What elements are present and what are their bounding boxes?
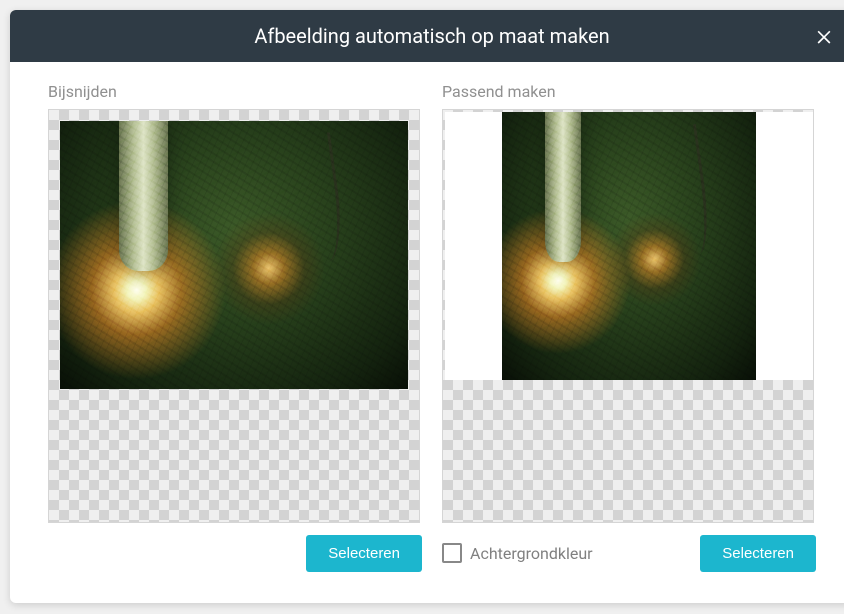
resize-image-dialog: Afbeelding automatisch op maat maken Bij…	[10, 10, 844, 603]
dialog-title: Afbeelding automatisch op maat maken	[254, 24, 609, 48]
christmas-tree-image	[60, 121, 408, 389]
fit-preview-image	[502, 112, 756, 380]
fit-preview-area	[442, 109, 814, 523]
christmas-tree-image	[502, 112, 756, 380]
crop-preview-area	[48, 109, 420, 523]
fit-label: Passend maken	[442, 82, 816, 101]
background-color-group: Achtergrondkleur	[442, 543, 593, 563]
fit-controls: Achtergrondkleur Selecteren	[442, 533, 816, 573]
crop-label: Bijsnijden	[48, 82, 422, 101]
background-color-checkbox[interactable]	[442, 543, 462, 563]
fit-preview-container	[445, 112, 813, 380]
fit-select-button[interactable]: Selecteren	[700, 535, 816, 572]
crop-preview-image	[60, 121, 408, 389]
close-button[interactable]	[810, 22, 838, 50]
background-color-label: Achtergrondkleur	[470, 544, 593, 563]
dialog-header: Afbeelding automatisch op maat maken	[10, 10, 844, 62]
close-icon	[814, 26, 834, 46]
crop-select-button[interactable]: Selecteren	[306, 535, 422, 572]
dialog-body: Bijsnijden Selecteren Passend maken	[10, 62, 844, 603]
crop-panel: Bijsnijden Selecteren	[48, 82, 422, 573]
crop-controls: Selecteren	[48, 533, 422, 573]
fit-panel: Passend maken Achtergrondkleur Selectere…	[442, 82, 816, 573]
